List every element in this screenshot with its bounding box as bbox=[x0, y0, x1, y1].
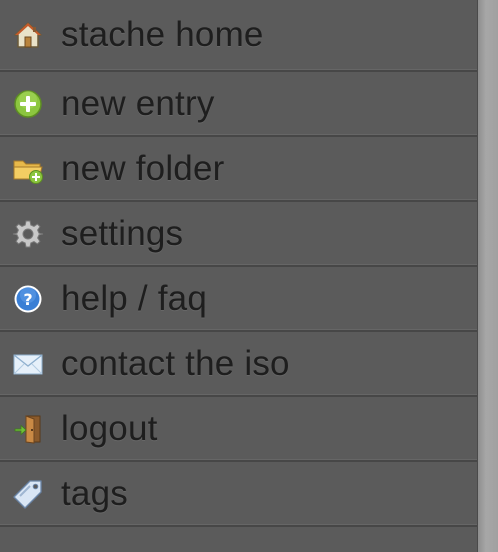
menu-item-stache-home[interactable]: stache home bbox=[0, 0, 477, 72]
new-folder-icon bbox=[12, 153, 44, 185]
svg-text:?: ? bbox=[23, 290, 32, 309]
side-menu: stache home new entry new folder setting… bbox=[0, 0, 478, 552]
door-exit-icon bbox=[12, 413, 44, 445]
question-circle-icon: ? bbox=[12, 283, 44, 315]
content-edge bbox=[478, 0, 498, 552]
gear-icon bbox=[12, 218, 44, 250]
menu-item-settings[interactable]: settings bbox=[0, 202, 477, 267]
menu-item-label: new folder bbox=[61, 148, 225, 188]
menu-item-label: logout bbox=[61, 408, 158, 448]
menu-item-label: help / faq bbox=[61, 278, 207, 318]
menu-item-label: stache home bbox=[61, 15, 264, 54]
plus-circle-icon bbox=[12, 88, 44, 120]
envelope-icon bbox=[12, 348, 44, 380]
menu-item-label: contact the iso bbox=[61, 343, 290, 383]
menu-item-new-folder[interactable]: new folder bbox=[0, 137, 477, 202]
menu-item-help-faq[interactable]: ? help / faq bbox=[0, 267, 477, 332]
menu-item-label: settings bbox=[61, 213, 184, 253]
menu-list: stache home new entry new folder setting… bbox=[0, 0, 477, 527]
menu-item-new-entry[interactable]: new entry bbox=[0, 72, 477, 137]
menu-item-logout[interactable]: logout bbox=[0, 397, 477, 462]
tag-icon bbox=[12, 478, 44, 510]
menu-item-label: tags bbox=[61, 473, 128, 513]
home-icon bbox=[12, 19, 44, 51]
app-window: stache home new entry new folder setting… bbox=[0, 0, 498, 552]
menu-item-contact-the-iso[interactable]: contact the iso bbox=[0, 332, 477, 397]
menu-item-tags[interactable]: tags bbox=[0, 462, 477, 527]
menu-item-label: new entry bbox=[61, 83, 215, 123]
